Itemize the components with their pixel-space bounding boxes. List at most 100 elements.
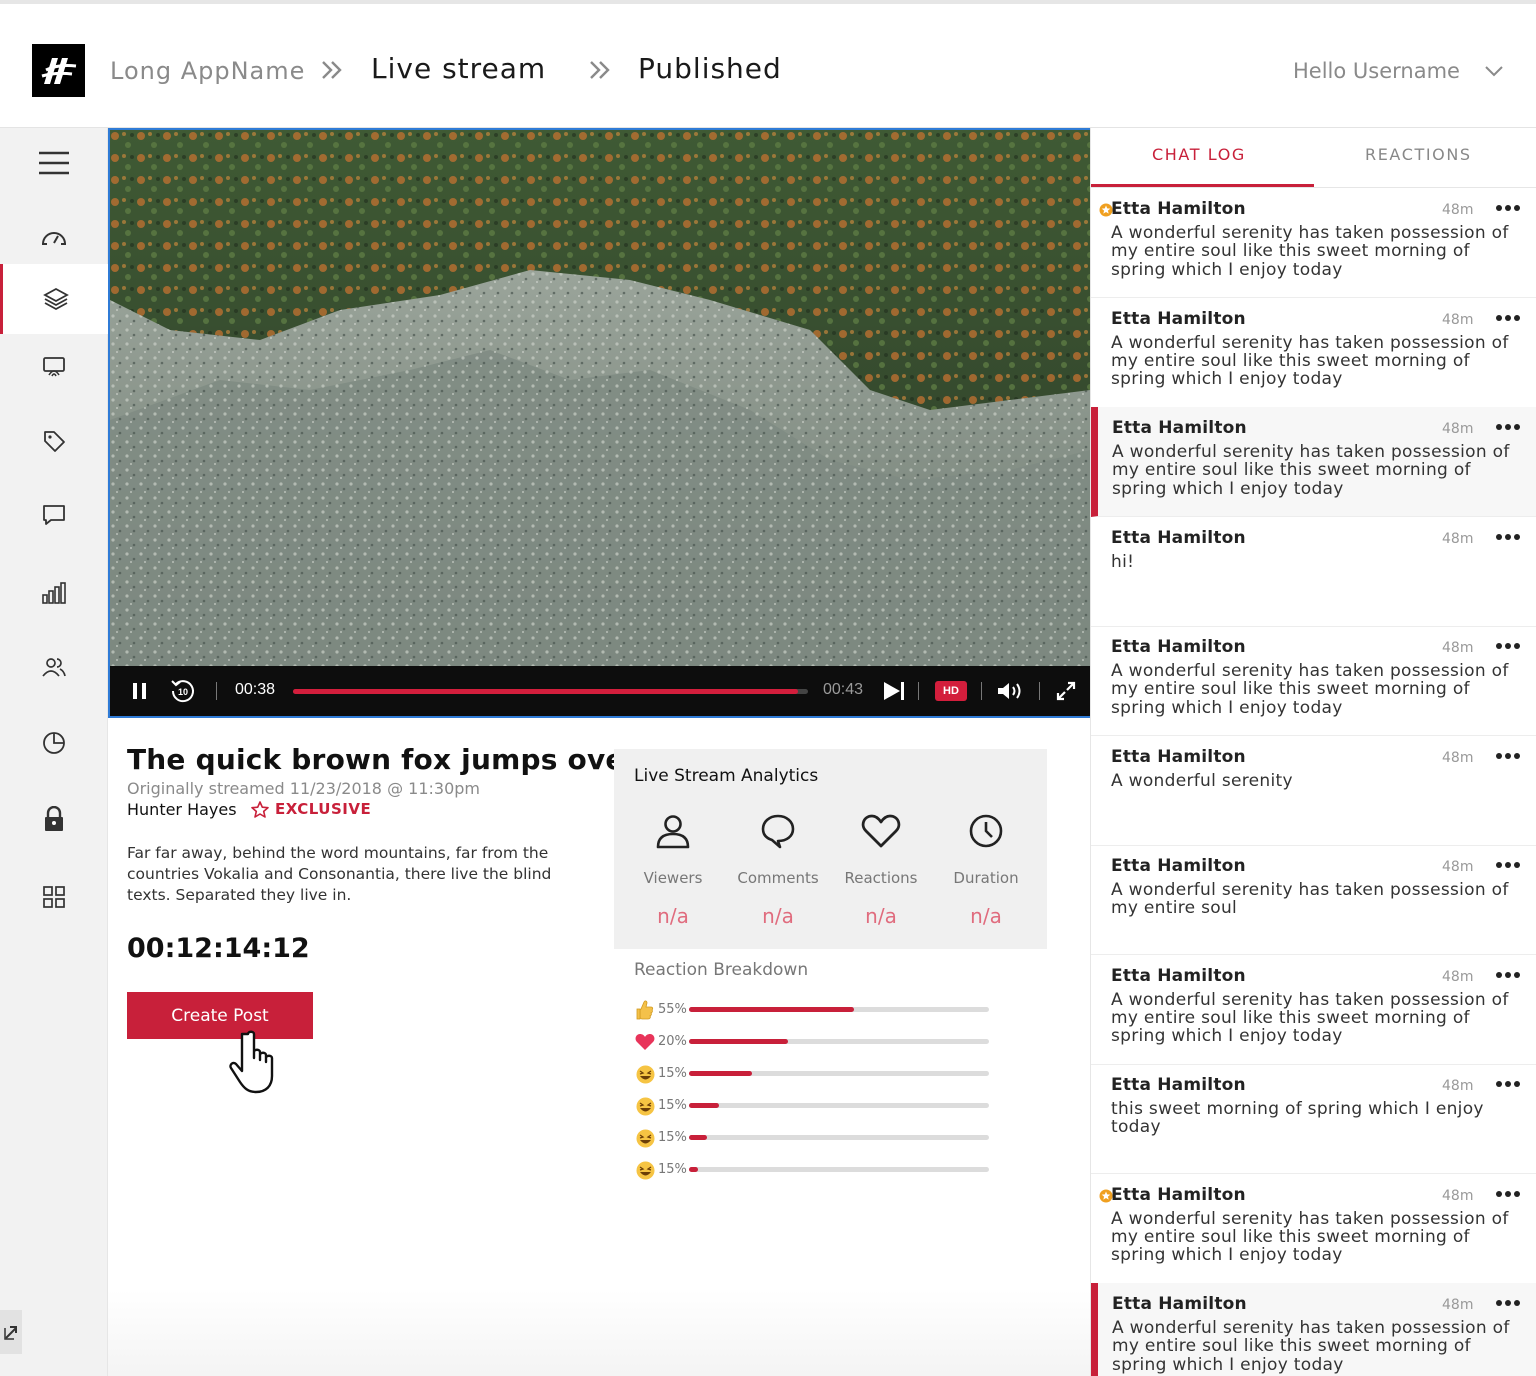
- chat-author[interactable]: Etta Hamilton: [1111, 966, 1246, 986]
- chat-text: A wonderful serenity has taken possessio…: [1111, 1208, 1509, 1266]
- tab-chat-log[interactable]: CHAT LOG: [1152, 145, 1246, 164]
- chat-author[interactable]: Etta Hamilton: [1112, 1294, 1247, 1314]
- hamburger-menu-icon: [39, 151, 69, 175]
- video-player[interactable]: 10 00:38 00:43 HD: [108, 128, 1092, 718]
- sidebar-item-analytics[interactable]: [0, 558, 108, 628]
- more-options-icon[interactable]: [1495, 1294, 1521, 1312]
- chat-message[interactable]: Etta Hamilton 48m hi!: [1091, 517, 1536, 627]
- reaction-percent: 55%: [658, 1002, 687, 1017]
- post-author[interactable]: Hunter Hayes: [127, 800, 237, 819]
- next-button[interactable]: [880, 666, 908, 716]
- chat-author[interactable]: Etta Hamilton: [1111, 856, 1246, 876]
- chat-author[interactable]: Etta Hamilton: [1111, 637, 1246, 657]
- reaction-bar-track: [689, 1007, 989, 1012]
- chat-author[interactable]: Etta Hamilton: [1111, 528, 1246, 548]
- sidebar-item-cast[interactable]: [0, 332, 108, 402]
- chat-author[interactable]: Etta Hamilton: [1112, 418, 1247, 438]
- sidebar-item-security[interactable]: [0, 784, 108, 854]
- chat-timestamp: 48m: [1442, 530, 1474, 547]
- reaction-percent: 15%: [658, 1130, 687, 1145]
- pause-button[interactable]: [128, 666, 152, 716]
- more-options-icon[interactable]: [1495, 199, 1521, 217]
- chat-text: A wonderful serenity has taken possessio…: [1112, 442, 1510, 499]
- heart-icon: [861, 814, 901, 848]
- sidebar-item-apps[interactable]: [0, 862, 108, 932]
- total-time: 00:43: [823, 681, 864, 698]
- chat-author[interactable]: Etta Hamilton: [1111, 1185, 1246, 1205]
- more-options-icon[interactable]: [1495, 418, 1521, 436]
- chat-message[interactable]: Etta Hamilton 48m A wonderful serenity has…: [1091, 298, 1536, 408]
- metric-value: n/a: [762, 904, 794, 928]
- sidebar-item-tags[interactable]: [0, 406, 108, 476]
- progress-bar[interactable]: [293, 689, 808, 694]
- fullscreen-icon: [1056, 681, 1076, 701]
- chat-message[interactable]: Etta Hamilton 48m A wonderful serenity has…: [1091, 407, 1536, 517]
- reaction-bar-fill: [689, 1135, 707, 1140]
- chat-author[interactable]: Etta Hamilton: [1111, 747, 1246, 767]
- fullscreen-button[interactable]: [1054, 666, 1078, 716]
- chevron-down-icon[interactable]: [1484, 64, 1504, 82]
- chat-panel: CHAT LOG REACTIONS Etta Hamilton 48m A won…: [1090, 128, 1536, 1376]
- metric-label: Viewers: [643, 869, 703, 887]
- rewind-10-button[interactable]: 10: [168, 666, 198, 716]
- chat-message[interactable]: Etta Hamilton 48m A wonderful serenity has…: [1091, 955, 1536, 1065]
- heart-icon: [634, 1032, 656, 1052]
- hd-quality-toggle[interactable]: HD: [935, 681, 967, 701]
- live-stream-analytics: Live Stream Analytics Viewers n/a Commen…: [614, 749, 1047, 949]
- more-options-icon[interactable]: [1495, 856, 1521, 874]
- chat-timestamp: 48m: [1442, 202, 1474, 218]
- sidebar-item-users[interactable]: [0, 632, 108, 702]
- chat-author[interactable]: Etta Hamilton: [1111, 199, 1246, 219]
- chat-message[interactable]: Etta Hamilton 48m A wonderful serenity: [1091, 736, 1536, 846]
- reaction-bar-fill: [689, 1007, 854, 1012]
- chat-message[interactable]: Etta Hamilton 48m A wonderful serenity has…: [1091, 845, 1536, 955]
- post-title: The quick brown fox jumps over: [127, 743, 639, 776]
- chat-message[interactable]: Etta Hamilton 48m A wonderful serenity has…: [1091, 626, 1536, 736]
- chat-message[interactable]: Etta Hamilton 48m this sweet morning of sp…: [1091, 1064, 1536, 1174]
- stream-timer: 00:12:14:12: [127, 933, 310, 964]
- user-menu-label[interactable]: Hello Username: [1293, 59, 1460, 83]
- chat-text: hi!: [1111, 551, 1135, 572]
- hand-cursor-icon: [222, 1030, 284, 1101]
- sidebar-collapse-toggle[interactable]: [0, 1310, 22, 1354]
- sidebar-item-layers[interactable]: [0, 264, 108, 334]
- sidebar-menu-toggle[interactable]: [0, 128, 108, 198]
- metric-value: n/a: [970, 904, 1002, 928]
- thumbs-up-icon: [634, 1000, 656, 1020]
- sidebar-item-dashboard[interactable]: [0, 202, 108, 272]
- breadcrumb-live-stream[interactable]: Live stream: [371, 52, 546, 85]
- create-post-button[interactable]: Create Post: [127, 992, 313, 1039]
- breadcrumb-app-name[interactable]: Long AppName: [110, 57, 305, 85]
- more-options-icon[interactable]: [1495, 1185, 1521, 1203]
- sidebar-item-comments[interactable]: [0, 480, 108, 550]
- chat-author[interactable]: Etta Hamilton: [1111, 309, 1246, 329]
- chat-message[interactable]: Etta Hamilton 48m A wonderful serenity has…: [1091, 1283, 1536, 1376]
- volume-button[interactable]: [995, 666, 1025, 716]
- comment-icon: [761, 814, 795, 849]
- metric-comments: Comments n/a: [726, 809, 830, 928]
- chat-timestamp: 48m: [1442, 968, 1474, 985]
- active-tab-indicator: [1091, 184, 1314, 187]
- more-options-icon[interactable]: [1495, 637, 1521, 655]
- reaction-bar-track: [689, 1135, 989, 1140]
- sidebar-item-reports[interactable]: [0, 708, 108, 778]
- svg-text:10: 10: [178, 687, 188, 697]
- chat-message[interactable]: Etta Hamilton 48m A wonderful serenity has…: [1091, 188, 1536, 298]
- chat-timestamp: 48m: [1442, 311, 1474, 328]
- more-options-icon[interactable]: [1495, 966, 1521, 984]
- more-options-icon[interactable]: [1495, 1075, 1521, 1093]
- chat-message[interactable]: Etta Hamilton 48m A wonderful serenity has…: [1091, 1174, 1536, 1284]
- control-divider: [918, 682, 919, 700]
- exclusive-label: EXCLUSIVE: [275, 800, 372, 818]
- more-options-icon[interactable]: [1495, 747, 1521, 765]
- chat-timestamp: 48m: [1442, 421, 1474, 437]
- reaction-bar-fill: [689, 1103, 719, 1108]
- more-options-icon[interactable]: [1495, 309, 1521, 327]
- video-frame[interactable]: [110, 130, 1090, 666]
- chat-author[interactable]: Etta Hamilton: [1111, 1075, 1246, 1095]
- more-options-icon[interactable]: [1495, 528, 1521, 546]
- chat-timestamp: 48m: [1442, 859, 1474, 875]
- tab-reactions[interactable]: REACTIONS: [1365, 145, 1472, 164]
- reaction-row: 15%: [634, 1063, 994, 1085]
- app-logo[interactable]: [32, 44, 85, 97]
